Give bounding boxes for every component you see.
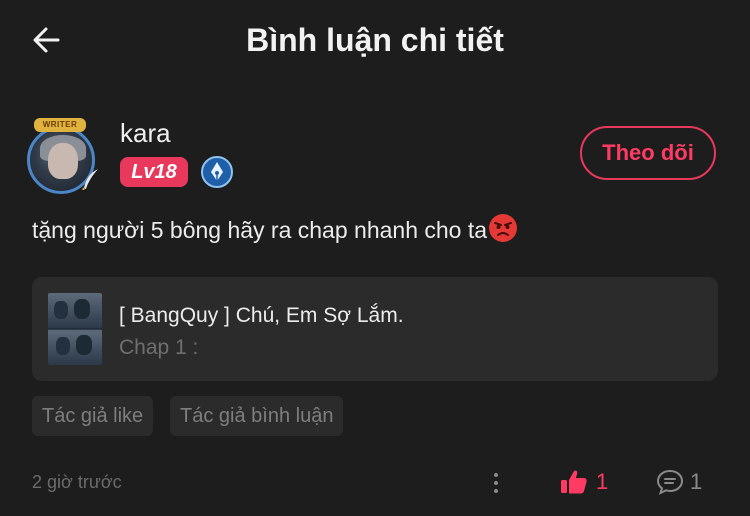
story-title: [ BangQuy ] Chú, Em Sợ Lắm.	[119, 304, 404, 327]
story-chapter: Chap 1 :	[119, 336, 199, 359]
follow-button[interactable]: Theo dõi	[580, 126, 716, 180]
tag-author-comment: Tác giả bình luận	[170, 396, 344, 436]
angry-face-icon	[489, 214, 518, 242]
pen-nib-badge-icon	[201, 156, 233, 188]
timestamp: 2 giờ trước	[32, 472, 122, 492]
story-thumbnail	[48, 293, 102, 365]
avatar[interactable]: WRITER	[24, 118, 102, 196]
comment-bubble-icon	[656, 469, 684, 495]
like-count: 1	[596, 469, 609, 494]
level-badge: Lv18	[120, 157, 188, 187]
page-title: Bình luận chi tiết	[246, 22, 504, 58]
username[interactable]: kara	[120, 118, 171, 148]
thumbs-up-icon	[561, 470, 587, 494]
more-options-icon[interactable]	[484, 468, 508, 498]
top-bar: Bình luận chi tiết	[0, 0, 750, 80]
quill-icon	[82, 169, 98, 190]
reply-count: 1	[690, 469, 703, 494]
story-card[interactable]: [ BangQuy ] Chú, Em Sợ Lắm. Chap 1 :	[32, 277, 718, 381]
comment-body: tặng người 5 bông hãy ra chap nhanh cho …	[32, 217, 488, 243]
tag-author-like: Tác giả like	[32, 396, 154, 436]
writer-frame-label: WRITER	[34, 118, 86, 132]
comment-text: tặng người 5 bông hãy ra chap nhanh cho …	[32, 213, 518, 245]
